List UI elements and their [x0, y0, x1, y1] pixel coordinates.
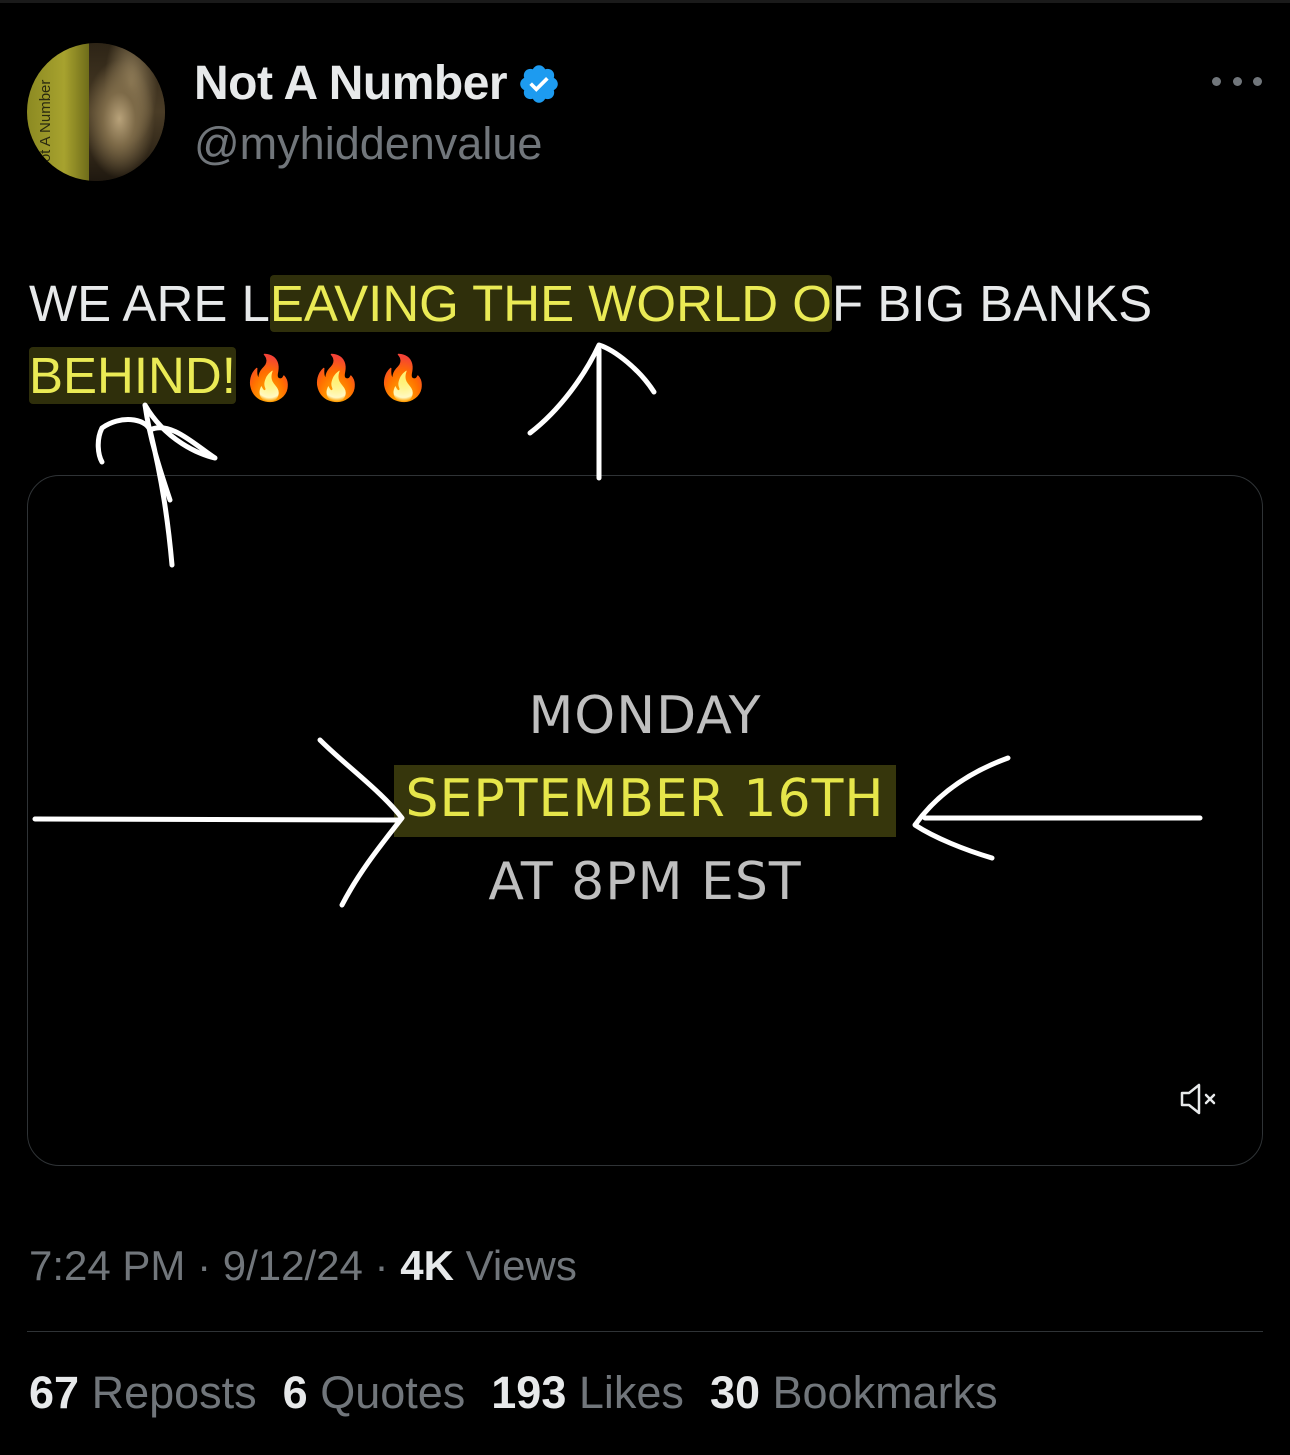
- tweet-time[interactable]: 7:24 PM: [29, 1242, 185, 1289]
- highlighted-date: SEPTEMBER 16TH: [393, 765, 897, 837]
- separator: ·: [362, 1242, 401, 1289]
- reposts-count: 67: [29, 1367, 80, 1418]
- highlighted-text: EAVING THE WORLD O: [269, 275, 832, 332]
- top-divider: [0, 0, 1290, 3]
- likes-label: Likes: [566, 1367, 684, 1418]
- video-line-time: AT 8PM EST: [488, 852, 802, 912]
- tweet-text-part: F BIG BANKS: [831, 275, 1153, 332]
- quotes-stat[interactable]: 6 Quotes: [283, 1367, 466, 1419]
- reposts-stat[interactable]: 67 Reposts: [29, 1367, 257, 1419]
- separator: ·: [185, 1242, 223, 1289]
- speaker-muted-icon[interactable]: [1178, 1082, 1218, 1116]
- tweet-date[interactable]: 9/12/24: [223, 1242, 363, 1289]
- highlighted-text: BEHIND!: [29, 347, 236, 404]
- tweet-text-part: WE ARE L: [29, 275, 270, 332]
- display-name[interactable]: Not A Number: [194, 56, 508, 111]
- views-count: 4K: [400, 1242, 454, 1289]
- lion-image: [89, 43, 165, 181]
- avatar-text: Not A Number: [37, 79, 54, 173]
- tweet-meta: 7:24 PM · 9/12/24 · 4K Views: [29, 1242, 577, 1290]
- views-label: Views: [453, 1242, 577, 1289]
- likes-count: 193: [491, 1367, 567, 1418]
- fire-emoji: 🔥 🔥 🔥: [241, 354, 431, 403]
- likes-stat[interactable]: 193 Likes: [491, 1367, 684, 1419]
- author-handle[interactable]: @myhiddenvalue: [194, 118, 542, 170]
- avatar[interactable]: Not A Number: [27, 43, 165, 181]
- bookmarks-count: 30: [709, 1367, 760, 1418]
- engagement-stats: 67 Reposts 6 Quotes 193 Likes 30 Bookmar…: [29, 1367, 1024, 1419]
- quotes-label: Quotes: [307, 1367, 466, 1418]
- video-player[interactable]: MONDAY SEPTEMBER 16TH AT 8PM EST: [27, 475, 1263, 1166]
- video-line-day: MONDAY: [528, 686, 762, 746]
- reposts-label: Reposts: [79, 1367, 257, 1418]
- quotes-count: 6: [282, 1367, 308, 1418]
- author-name-row[interactable]: Not A Number: [194, 56, 561, 111]
- dot: [1232, 76, 1242, 86]
- stats-divider: [27, 1331, 1263, 1332]
- bookmarks-stat[interactable]: 30 Bookmarks: [710, 1367, 998, 1419]
- dot: [1212, 76, 1221, 86]
- dot: [1253, 76, 1262, 86]
- bookmarks-label: Bookmarks: [760, 1367, 998, 1418]
- more-options-icon[interactable]: [1212, 66, 1262, 96]
- verified-badge-icon: [520, 64, 558, 103]
- video-line-date: SEPTEMBER 16TH: [28, 765, 1262, 837]
- tweet-text: WE ARE LEAVING THE WORLD OF BIG BANKS BE…: [29, 268, 1249, 415]
